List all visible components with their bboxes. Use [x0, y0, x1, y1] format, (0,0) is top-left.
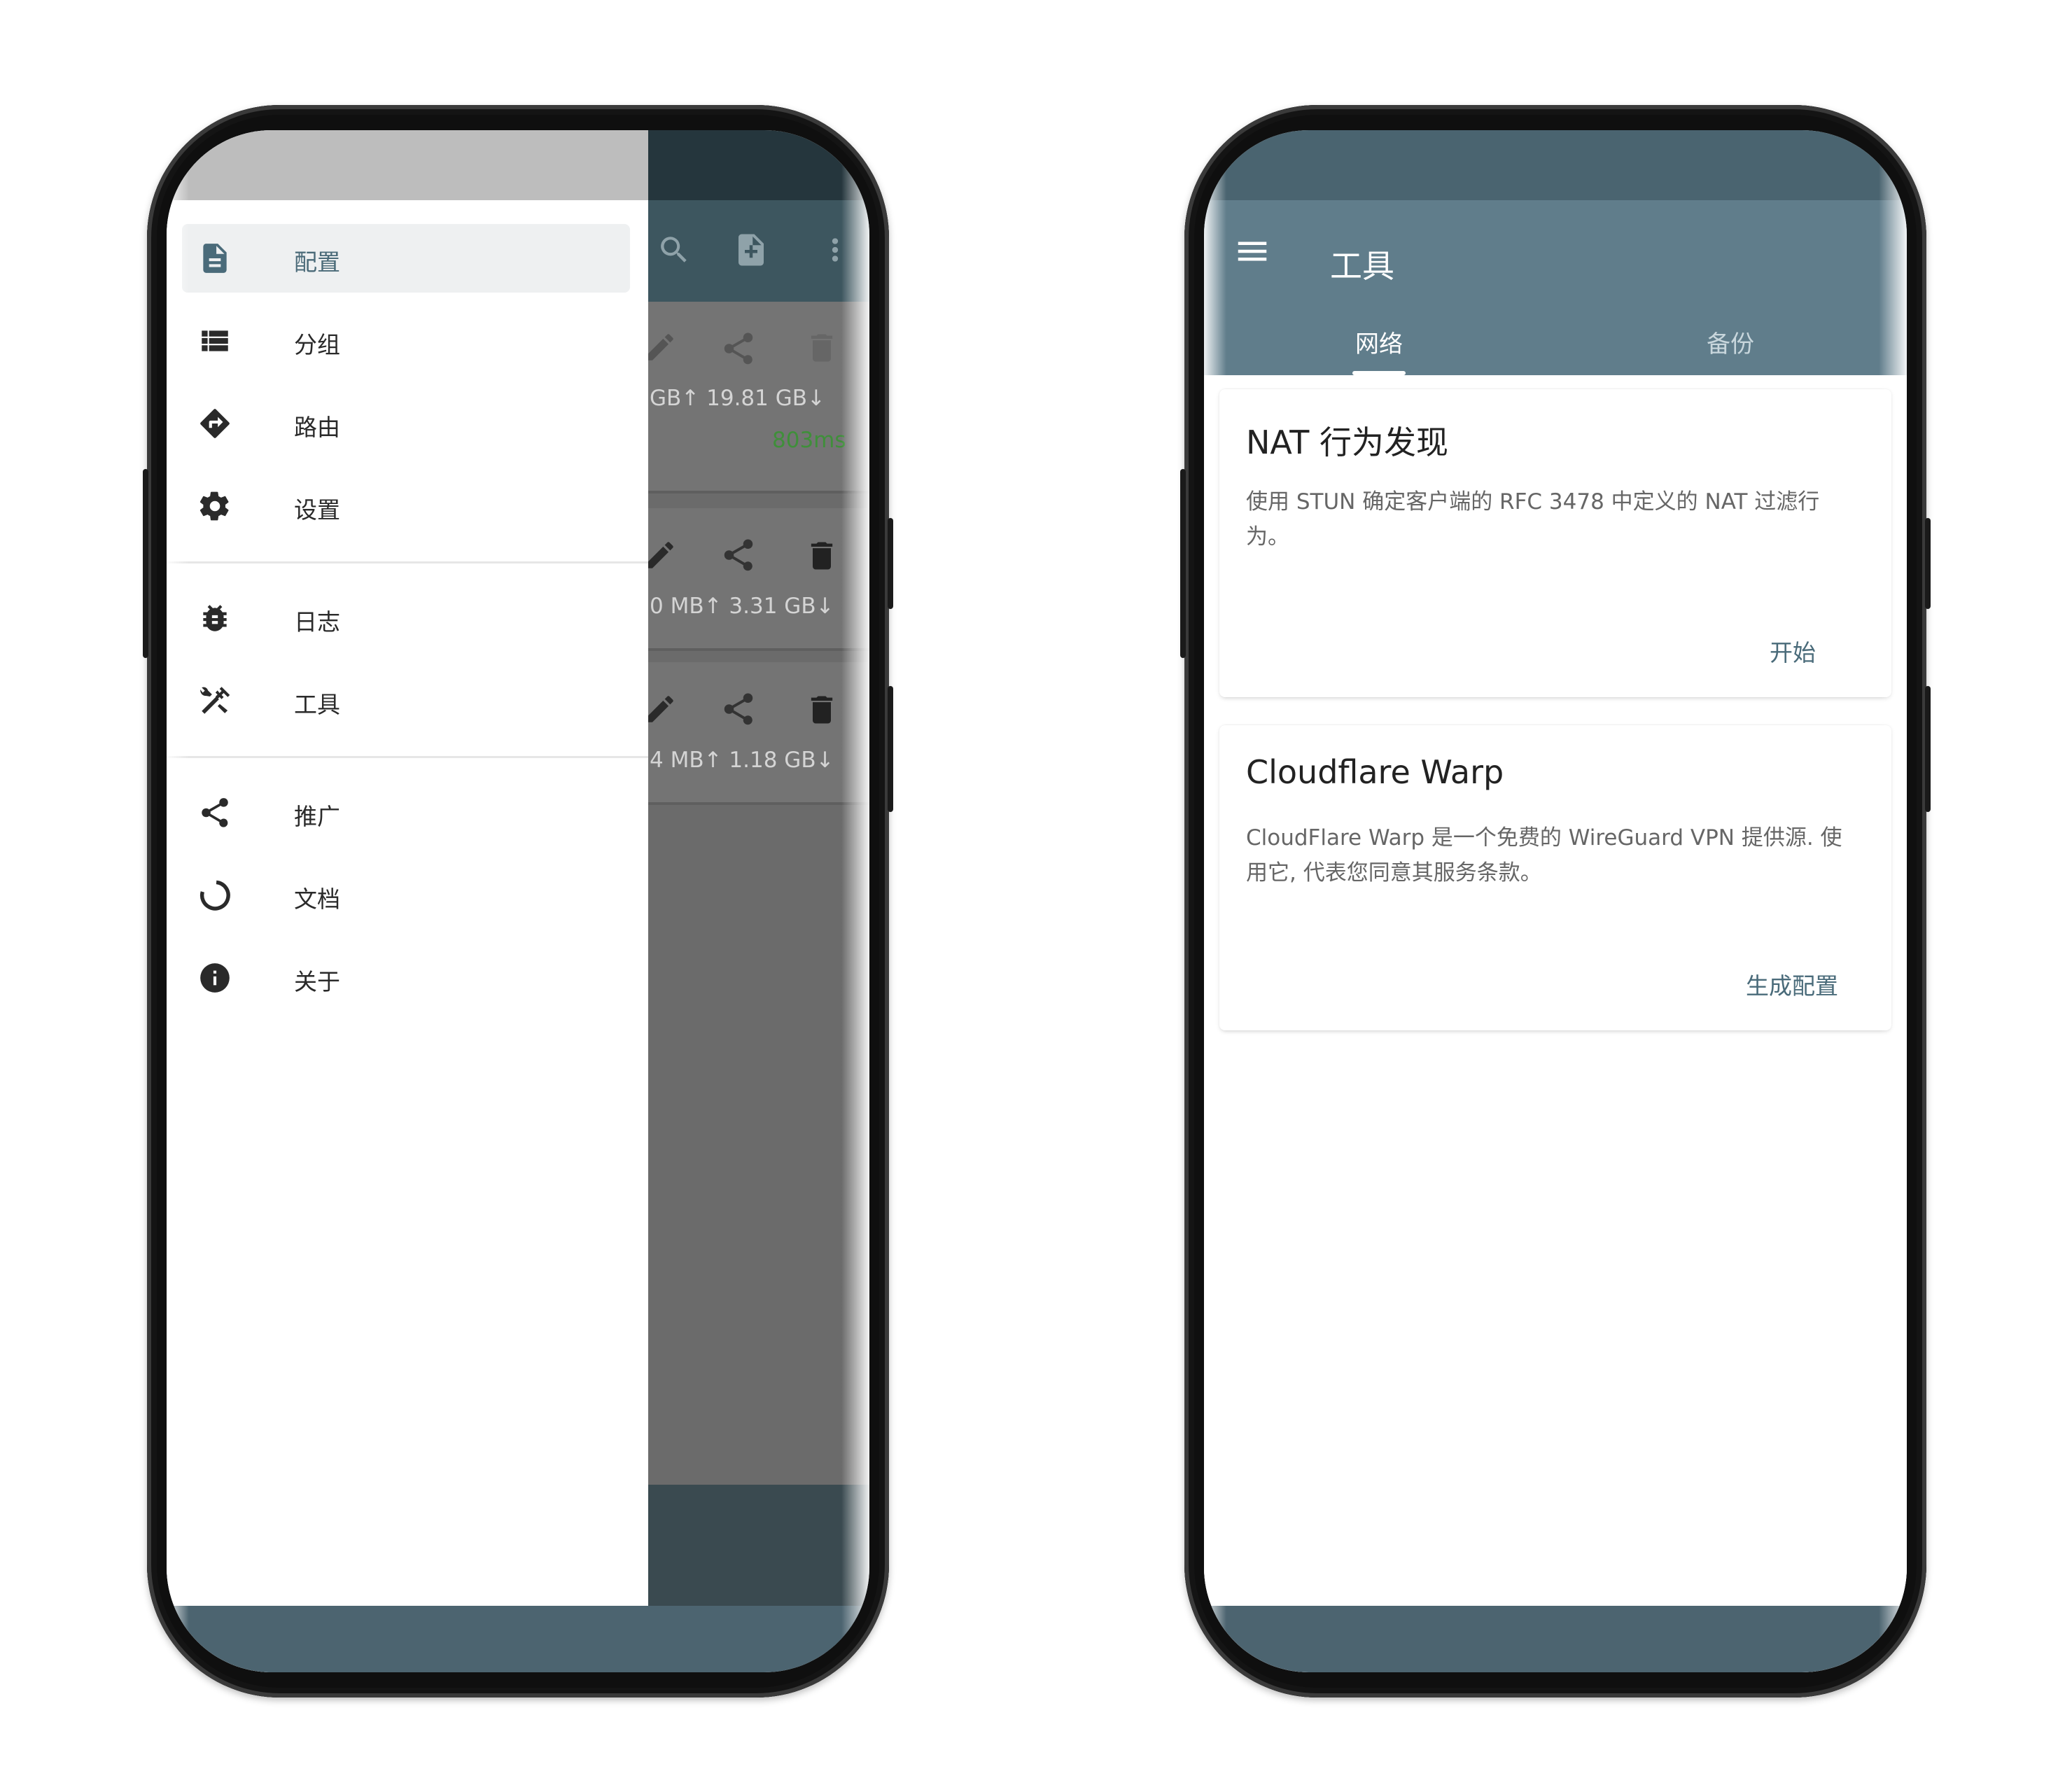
nat-discovery-card: NAT 行为发现 使用 STUN 确定客户端的 RFC 3478 中定义的 NA…: [1219, 389, 1891, 697]
menu-item-label: 分组: [294, 331, 340, 358]
info-icon: [200, 963, 230, 993]
page-title: 工具: [1330, 247, 1394, 285]
view-list-icon: [202, 330, 228, 351]
screen-left: GB↑ 19.81 GB↓ 803ms 0 MB↑ 3.31 GB↓ 4 MB↑…: [167, 130, 869, 1672]
latency-text: 803ms: [772, 428, 846, 453]
bug-icon: [203, 605, 227, 631]
app-bar: [1204, 200, 1907, 375]
side-button: [888, 686, 893, 812]
delete-icon[interactable]: [804, 692, 840, 728]
start-button[interactable]: 开始: [1770, 634, 1816, 668]
phone-frame-left: GB↑ 19.81 GB↓ 803ms 0 MB↑ 3.31 GB↓ 4 MB↑…: [143, 105, 893, 1698]
menu-item-promote[interactable]: 推广: [182, 778, 630, 847]
delete-icon[interactable]: [804, 538, 840, 574]
card-title: NAT 行为发现: [1246, 424, 1449, 461]
more-vert-icon[interactable]: [818, 232, 853, 267]
traffic-text: 0 MB↑ 3.31 GB↓: [650, 594, 834, 619]
card-description: 使用 STUN 确定客户端的 RFC 3478 中定义的 NAT 过滤行为。: [1246, 489, 1820, 550]
menu-item-tools[interactable]: 工具: [182, 666, 630, 735]
tab-network[interactable]: 网络: [1355, 325, 1403, 359]
divider: [167, 561, 648, 564]
share-icon[interactable]: [720, 536, 757, 574]
status-bar: [1204, 130, 1907, 200]
tab-backup[interactable]: 备份: [1707, 325, 1754, 359]
directions-icon: [200, 409, 230, 438]
menu-item-label: 关于: [294, 968, 340, 995]
file-document-icon: [203, 244, 227, 273]
menu-item-configs[interactable]: 配置: [182, 224, 630, 293]
screen-right: 工具 网络 备份 NAT 行为发现 使用 STUN 确定客户端的 RFC 347…: [1204, 130, 1907, 1672]
side-button: [1180, 469, 1186, 658]
gear-icon: [200, 491, 229, 521]
side-button: [143, 469, 148, 658]
progress-circle-icon: [200, 880, 230, 911]
cloudflare-warp-card: Cloudflare Warp CloudFlare Warp 是一个免费的 W…: [1219, 725, 1891, 1030]
system-nav-bar: [167, 1606, 869, 1672]
menu-item-groups[interactable]: 分组: [182, 307, 630, 375]
card-description: CloudFlare Warp 是一个免费的 WireGuard VPN 提供源…: [1246, 825, 1842, 886]
delete-icon[interactable]: [804, 330, 840, 366]
system-nav-bar: [1204, 1606, 1907, 1672]
menu-item-label: 配置: [294, 248, 340, 276]
search-icon[interactable]: [657, 232, 692, 267]
side-button: [1925, 518, 1931, 609]
tools-content: NAT 行为发现 使用 STUN 确定客户端的 RFC 3478 中定义的 NA…: [1204, 375, 1907, 1672]
generate-config-button[interactable]: 生成配置: [1746, 967, 1838, 1001]
side-button: [888, 518, 893, 609]
drawer-header: [167, 130, 648, 200]
traffic-text: GB↑ 19.81 GB↓: [650, 386, 825, 411]
share-icon[interactable]: [720, 690, 757, 728]
tools-icon: [200, 687, 230, 714]
menu-item-docs[interactable]: 文档: [182, 861, 630, 930]
share-icon[interactable]: [720, 330, 757, 368]
menu-item-label: 路由: [294, 414, 340, 441]
card-title: Cloudflare Warp: [1246, 753, 1504, 791]
divider: [167, 756, 648, 758]
menu-item-logs[interactable]: 日志: [182, 584, 630, 652]
menu-item-label: 工具: [294, 691, 340, 718]
menu-item-label: 文档: [294, 886, 340, 913]
add-file-icon[interactable]: [732, 231, 770, 269]
menu-item-label: 日志: [294, 608, 340, 636]
navigation-drawer: 配置 分组 路由 设置 日志 工具 推广 文档 关于: [167, 130, 648, 1672]
menu-icon[interactable]: [1233, 232, 1271, 270]
menu-item-routes[interactable]: 路由: [182, 389, 630, 458]
menu-item-settings[interactable]: 设置: [182, 472, 630, 540]
menu-item-label: 推广: [294, 803, 340, 830]
menu-item-label: 设置: [294, 496, 340, 524]
phone-frame-right: 工具 网络 备份 NAT 行为发现 使用 STUN 确定客户端的 RFC 347…: [1180, 105, 1931, 1698]
menu-item-about[interactable]: 关于: [182, 944, 630, 1012]
traffic-text: 4 MB↑ 1.18 GB↓: [650, 748, 834, 773]
side-button: [1925, 686, 1931, 812]
share-icon: [202, 798, 228, 827]
